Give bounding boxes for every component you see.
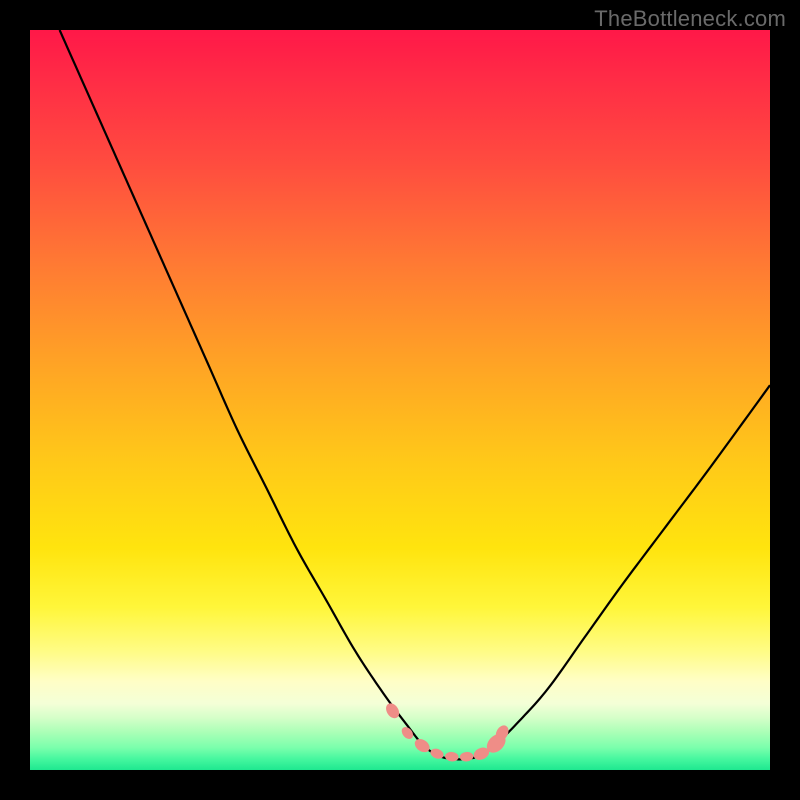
bottleneck-curve [60, 30, 770, 759]
watermark-text: TheBottleneck.com [594, 6, 786, 32]
plot-area [30, 30, 770, 770]
curve-marker [412, 736, 432, 755]
chart-svg [30, 30, 770, 770]
curve-marker [429, 747, 445, 761]
curve-marker [459, 751, 473, 762]
highlighted-points [383, 701, 511, 762]
curve-marker [383, 701, 401, 721]
chart-frame: TheBottleneck.com [0, 0, 800, 800]
curve-marker [445, 751, 459, 762]
